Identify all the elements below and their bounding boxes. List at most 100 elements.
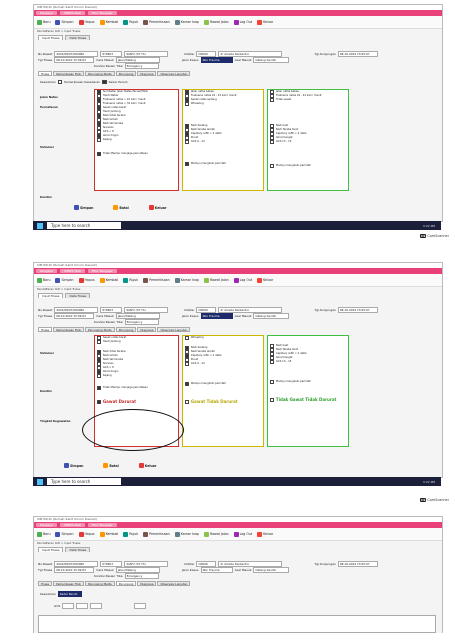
gcs-total-field[interactable] xyxy=(134,603,147,609)
green-item[interactable]: Mampu mengikuti perintah xyxy=(268,163,348,169)
yellow-item[interactable]: Mampu mengikuti perintah xyxy=(183,161,263,167)
tab-triase[interactable]: Triase xyxy=(38,71,53,76)
toolbar-hapus-button[interactable]: Hapus xyxy=(78,531,95,537)
checkbox[interactable] xyxy=(185,161,190,167)
gcs-e-field[interactable] xyxy=(62,603,75,609)
green-item[interactable]: Mampu mengikuti perintah xyxy=(268,379,348,385)
tab-data-triase[interactable]: Data Triase xyxy=(65,546,91,552)
tab-data-triase[interactable]: Data Triase xyxy=(65,292,91,298)
keluar-button[interactable]: Keluar xyxy=(138,463,156,468)
pink-tab[interactable]: SIMRS Web xyxy=(60,11,85,15)
tab-penunjang-medis[interactable]: Penunjang Medis xyxy=(85,581,115,586)
toolbar-hapus-button[interactable]: Hapus xyxy=(78,277,95,283)
tgl-triase-field[interactable]: 08-10-2022 15:09:03 xyxy=(54,57,95,63)
taskbar-search-input[interactable]: Type here to search xyxy=(47,222,121,229)
windows-start-icon[interactable] xyxy=(37,478,43,485)
green-item[interactable]: GCS 13 - 15 xyxy=(268,139,348,145)
toolbar-simpan-button[interactable]: Simpan xyxy=(55,531,74,537)
tab-penunjang[interactable]: Penunjang xyxy=(115,71,137,76)
pink-tab[interactable]: Fitur Pengajar xyxy=(87,11,117,15)
toolbar-pemeriksaan-button[interactable]: Pemeriksaan xyxy=(143,277,170,283)
kondisi-select[interactable]: Emergency xyxy=(124,573,159,579)
tab-data-triase[interactable]: Data Triase xyxy=(65,34,91,40)
toolbar-logout-button[interactable]: Log Out xyxy=(233,277,252,283)
gcs-v-field[interactable] xyxy=(76,603,89,609)
yellow-item[interactable]: Mampu mengikuti perintah xyxy=(183,381,263,387)
tab-observasi[interactable]: Observasi Lanjutan xyxy=(157,581,191,586)
tab-penunjang-medis[interactable]: Penunjang Medis xyxy=(85,71,115,76)
jenis-kasus-select[interactable]: Non Trauma xyxy=(200,567,233,573)
toolbar-baru-button[interactable]: Baru xyxy=(37,277,50,283)
checkbox[interactable] xyxy=(97,151,102,157)
pink-tab[interactable]: SIMRS Web xyxy=(60,269,85,273)
asal-masuk-select[interactable]: Datang Sendiri xyxy=(253,57,290,63)
toolbar-kamar-inap-button[interactable]: Kamar Inap xyxy=(174,19,199,25)
tab-penunjang[interactable]: Penunjang xyxy=(115,581,137,586)
asal-masuk-select[interactable]: Datang Sendiri xyxy=(253,567,290,573)
tab-input-triase[interactable]: Input Triase xyxy=(38,34,64,40)
red-item[interactable]: Tidak Mampu menjaga pernafasan xyxy=(95,385,178,391)
jenis-kasus-select[interactable]: Non Trauma xyxy=(200,313,233,319)
red-item[interactable]: Henti Jantung xyxy=(95,339,178,345)
radio[interactable] xyxy=(97,399,102,405)
kondisi-select[interactable]: Emergency xyxy=(124,63,159,69)
tab-penunjang[interactable]: Penunjang xyxy=(115,327,137,332)
toolbar-kembali-button[interactable]: Kembali xyxy=(99,277,118,283)
simpan-button[interactable]: Simpan xyxy=(74,205,93,210)
toolbar-keluar-button[interactable]: Keluar xyxy=(257,19,273,25)
tgl-kunjungan-field[interactable]: 08-10-2022 15:05:07 xyxy=(337,307,378,313)
batal-button[interactable]: Batal xyxy=(113,205,129,210)
tgl-kunjungan-field[interactable]: 08-10-2022 15:05:07 xyxy=(337,561,378,567)
kesadaran-select[interactable]: Sadar Penuh xyxy=(57,591,82,597)
gawat-tidak-darurat-option[interactable]: Gawat Tidak Darurat xyxy=(183,400,263,405)
toolbar-rawat-jalan-button[interactable]: Rawat Jalan xyxy=(203,277,229,283)
tab-penunjang-medis[interactable]: Penunjang Medis xyxy=(85,327,115,332)
batal-button[interactable]: Batal xyxy=(103,463,119,468)
checkbox[interactable] xyxy=(185,335,190,341)
jenis-kasus-select[interactable]: Non Trauma xyxy=(200,57,233,63)
pink-tab[interactable]: Pengajar xyxy=(36,269,58,273)
green-item[interactable]: GCS 13 - 15 xyxy=(268,359,348,365)
yellow-item[interactable]: Wheezing xyxy=(183,101,263,107)
toolbar-baru-button[interactable]: Baru xyxy=(37,19,50,25)
asal-masuk-select[interactable]: Datang Sendiri xyxy=(253,313,290,319)
simpan-button[interactable]: Simpan xyxy=(64,463,83,468)
pink-tab[interactable]: Pengajar xyxy=(36,11,58,15)
toolbar-logout-button[interactable]: Log Out xyxy=(233,19,252,25)
checkbox[interactable] xyxy=(270,139,275,145)
windows-start-icon[interactable] xyxy=(37,222,43,229)
taskbar-search-input[interactable]: Type here to search xyxy=(47,478,121,485)
checkbox[interactable] xyxy=(270,379,275,385)
toolbar-rujuk-button[interactable]: Rujuk xyxy=(123,277,138,283)
tgl-triase-field[interactable]: 08-10-2022 15:09:03 xyxy=(54,567,95,573)
tab-pemeriksaan-fisik[interactable]: Pemeriksaan Fisik xyxy=(53,71,85,76)
tab-input-triase[interactable]: Input Triase xyxy=(38,546,64,552)
pink-tab[interactable]: Fitur Pengajar xyxy=(87,269,117,273)
toolbar-keluar-button[interactable]: Keluar xyxy=(257,531,273,537)
pink-tab[interactable]: SIMRS Web xyxy=(60,523,85,527)
tab-observasi[interactable]: Observasi Lanjutan xyxy=(157,327,191,332)
checkbox[interactable] xyxy=(97,137,102,143)
toolbar-simpan-button[interactable]: Simpan xyxy=(55,277,74,283)
keluar-button[interactable]: Keluar xyxy=(148,205,166,210)
tidak-gawat-option[interactable]: Tidak Gawat Tidak Darurat xyxy=(268,398,348,403)
checkbox[interactable] xyxy=(270,97,275,103)
gawat-darurat-option[interactable]: Gawat Darurat xyxy=(95,399,178,405)
pink-tab[interactable]: Pengajar xyxy=(36,523,58,527)
red-item[interactable]: Kejang xyxy=(95,373,178,379)
kondisi-select[interactable]: Emergency xyxy=(124,319,159,325)
red-item[interactable]: Tidak Mampu menjaga pernafasan xyxy=(95,151,178,157)
tab-diagnosa[interactable]: Diagnosa xyxy=(137,71,157,76)
checkbox[interactable] xyxy=(185,101,190,107)
yellow-item[interactable]: GCS 9 - 12 xyxy=(183,139,263,145)
tab-observasi[interactable]: Observasi Lanjutan xyxy=(157,71,191,76)
toolbar-rawat-jalan-button[interactable]: Rawat Jalan xyxy=(203,531,229,537)
toolbar-kamar-inap-button[interactable]: Kamar Inap xyxy=(174,277,199,283)
tab-input-triase[interactable]: Input Triase xyxy=(38,292,64,298)
tab-diagnosa[interactable]: Diagnosa xyxy=(137,327,157,332)
toolbar-pemeriksaan-button[interactable]: Pemeriksaan xyxy=(143,531,170,537)
gcs-m-field[interactable] xyxy=(90,603,103,609)
green-item[interactable]: Tidak sesak xyxy=(268,97,348,103)
red-item[interactable]: Kejang xyxy=(95,137,178,143)
checkbox[interactable] xyxy=(185,381,190,387)
